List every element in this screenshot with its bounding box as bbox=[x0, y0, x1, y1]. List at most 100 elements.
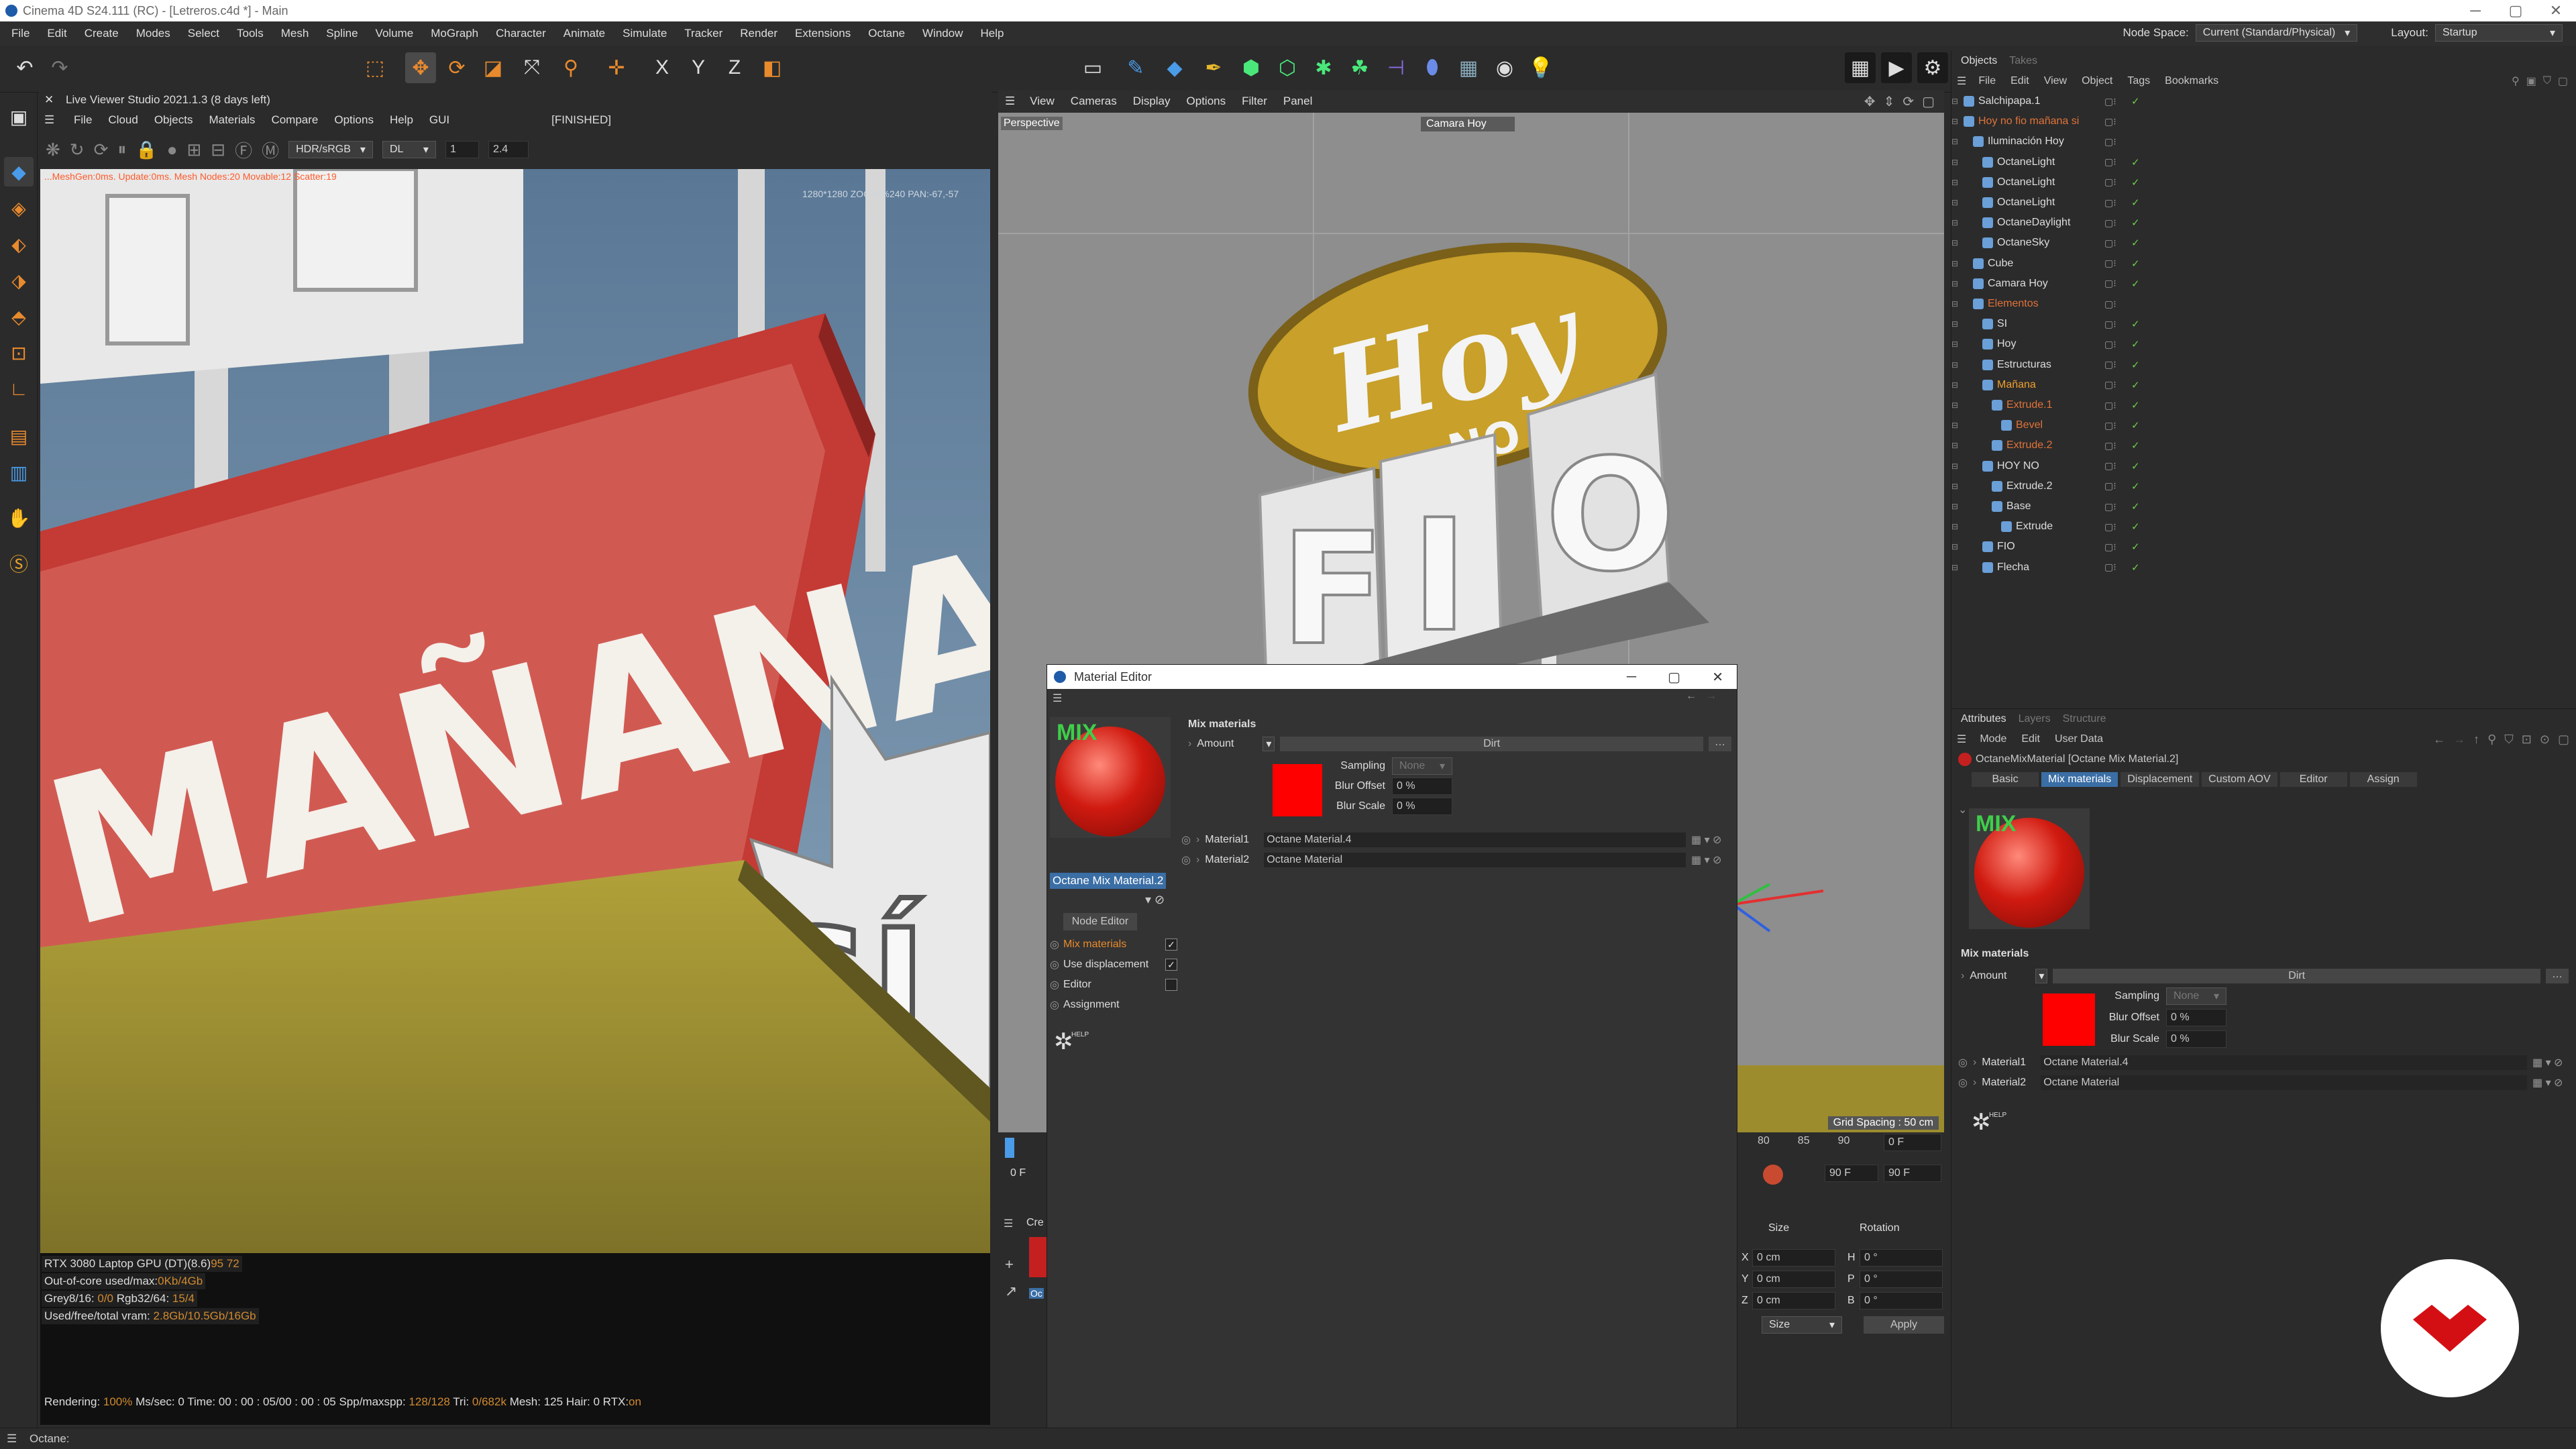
visibility-toggle-icon[interactable]: ▢⁝ bbox=[2104, 521, 2116, 533]
subtab-custom-aov[interactable]: Custom AOV bbox=[2202, 772, 2277, 787]
object-row[interactable]: ⊟ SI ▢⁝ ✓ bbox=[1951, 314, 2576, 334]
pause-icon[interactable]: ⏸ bbox=[117, 139, 126, 160]
menu-create[interactable]: Create bbox=[76, 27, 127, 40]
attribute-material1-options-icon[interactable]: ▦ ▾ ⊘ bbox=[2532, 1056, 2573, 1069]
enable-check-icon[interactable]: ✓ bbox=[2131, 338, 2140, 350]
visibility-toggle-icon[interactable]: ▢⁝ bbox=[2104, 278, 2116, 289]
live-viewer-render[interactable]: MAÑANA SÍ ...MeshGen:0ms. Update:0ms. Me… bbox=[40, 169, 990, 1253]
menu-simulate[interactable]: Simulate bbox=[614, 27, 676, 40]
expand-icon[interactable]: › bbox=[1188, 738, 1191, 750]
channel-animate-icon[interactable]: ◎ bbox=[1050, 958, 1059, 971]
help-icon[interactable]: ✲ HELP bbox=[1054, 1028, 1089, 1055]
floor-icon[interactable]: ▦ bbox=[1453, 52, 1484, 83]
edge-mode-icon[interactable]: ⬗ bbox=[4, 266, 34, 295]
close-button[interactable]: ✕ bbox=[1712, 669, 1723, 686]
om-menu-file[interactable]: File bbox=[1978, 75, 1996, 87]
visibility-toggle-icon[interactable]: ▢⁝ bbox=[2104, 480, 2116, 492]
enable-check-icon[interactable]: ✓ bbox=[2131, 399, 2140, 411]
om-menu-object[interactable]: Object bbox=[2082, 75, 2112, 87]
enable-check-icon[interactable]: ✓ bbox=[2131, 561, 2140, 574]
filter-icon[interactable]: ⛉ bbox=[2543, 75, 2551, 87]
locked-workplane-icon[interactable]: ▥ bbox=[4, 458, 34, 487]
menu-volume[interactable]: Volume bbox=[367, 27, 423, 40]
amount-more-button[interactable]: … bbox=[1709, 737, 1731, 751]
transform-tool-icon[interactable]: ⤧ bbox=[517, 52, 547, 83]
object-row[interactable]: ⊟ Estructuras ▢⁝ ✓ bbox=[1951, 355, 2576, 375]
menu-mesh[interactable]: Mesh bbox=[272, 27, 318, 40]
menu-help[interactable]: Help bbox=[972, 27, 1013, 40]
scale-tool-icon[interactable]: ◪ bbox=[478, 52, 508, 83]
blur-offset-field[interactable]: 0 % bbox=[1392, 777, 1452, 795]
tab-attributes[interactable]: Attributes bbox=[1961, 713, 2006, 725]
refresh-icon[interactable]: ⟳ bbox=[94, 140, 109, 160]
material1-animate-icon[interactable]: ◎ bbox=[1181, 833, 1191, 847]
channel-checkbox[interactable]: ✓ bbox=[1165, 959, 1177, 971]
attribute-blur-scale-field[interactable]: 0 % bbox=[2166, 1030, 2226, 1048]
dolly-icon[interactable]: ⇕ bbox=[1884, 93, 1895, 110]
channel-checkbox[interactable] bbox=[1165, 979, 1177, 991]
mode-select[interactable]: Size ▾ bbox=[1762, 1316, 1842, 1334]
rotate-tool-icon[interactable]: ⟳ bbox=[441, 52, 472, 83]
extrude-generator-icon[interactable]: ⬡ bbox=[1272, 52, 1303, 83]
texture-mode-icon[interactable]: ◈ bbox=[4, 193, 34, 223]
point-mode-icon[interactable]: ⬖ bbox=[4, 229, 34, 259]
pan-icon[interactable]: ✥ bbox=[1864, 93, 1876, 110]
menu-extensions[interactable]: Extensions bbox=[786, 27, 859, 40]
layout-dropdown[interactable]: Startup ▾ bbox=[2435, 24, 2563, 42]
menu-spline[interactable]: Spline bbox=[317, 27, 366, 40]
search-icon[interactable]: ⚲ bbox=[2512, 74, 2520, 88]
channel-use-displacement[interactable]: ◎ Use displacement ✓ bbox=[1050, 955, 1177, 975]
channel-dropdown[interactable]: DL ▾ bbox=[382, 141, 436, 158]
close-icon[interactable]: ✕ bbox=[44, 93, 54, 107]
material-thumbnail[interactable] bbox=[1029, 1237, 1046, 1277]
attribute-blur-offset-field[interactable]: 0 % bbox=[2166, 1009, 2226, 1026]
up-arrow-icon[interactable]: ↑ bbox=[2473, 733, 2479, 747]
node-space-dropdown[interactable]: Current (Standard/Physical) ▾ bbox=[2195, 24, 2358, 42]
coord-rotation-field[interactable]: 0 ° bbox=[1860, 1271, 1943, 1288]
spline-pen-icon[interactable]: ✎ bbox=[1120, 52, 1151, 83]
move-tool-icon[interactable]: ✥ bbox=[405, 52, 436, 83]
coordinate-system-icon[interactable]: ◧ bbox=[757, 52, 788, 83]
om-menu-bookmarks[interactable]: Bookmarks bbox=[2165, 75, 2218, 87]
lv-menu-gui[interactable]: GUI bbox=[421, 113, 458, 127]
om-menu-edit[interactable]: Edit bbox=[2010, 75, 2029, 87]
render-view-icon[interactable]: ▶ bbox=[1881, 52, 1912, 83]
restart-render-icon[interactable]: ↻ bbox=[70, 140, 85, 160]
z-axis-icon[interactable]: Z bbox=[719, 52, 750, 83]
channel-assignment[interactable]: ◎ Assignment bbox=[1050, 995, 1177, 1015]
sphere-icon[interactable]: ● bbox=[167, 140, 178, 160]
timeline-field-b[interactable]: 90 F bbox=[1825, 1165, 1878, 1182]
render-region-icon[interactable]: ▭ bbox=[1077, 52, 1108, 83]
subtab-mix-materials[interactable]: Mix materials bbox=[2041, 772, 2118, 787]
menu-tools[interactable]: Tools bbox=[228, 27, 272, 40]
attribute-material1-link-field[interactable]: Octane Material.4 bbox=[2041, 1055, 2527, 1070]
playhead[interactable] bbox=[1005, 1138, 1014, 1158]
object-row[interactable]: ⊟ Iluminación Hoy ▢⁝ bbox=[1951, 131, 2576, 152]
render-settings-icon[interactable]: ⚙ bbox=[1917, 52, 1948, 83]
subtab-editor[interactable]: Editor bbox=[2279, 772, 2347, 787]
polygon-mode-icon[interactable]: ⬘ bbox=[4, 302, 34, 331]
enable-check-icon[interactable]: ✓ bbox=[2131, 480, 2140, 492]
om-menu-tags[interactable]: Tags bbox=[2127, 75, 2150, 87]
object-row[interactable]: ⊟ Extrude.2 ▢⁝ ✓ bbox=[1951, 435, 2576, 455]
expand-icon[interactable]: › bbox=[1973, 1057, 1976, 1069]
vp-menu-filter[interactable]: Filter bbox=[1234, 95, 1275, 108]
object-row[interactable]: ⊟ OctaneDaylight ▢⁝ ✓ bbox=[1951, 213, 2576, 233]
material2-animate-icon[interactable]: ◎ bbox=[1958, 1076, 1968, 1089]
visibility-toggle-icon[interactable]: ▢⁝ bbox=[2104, 440, 2116, 451]
channel-mix-materials[interactable]: ◎ Mix materials ✓ bbox=[1050, 934, 1177, 955]
attribute-preview[interactable]: MIX bbox=[1969, 808, 2090, 929]
visibility-toggle-icon[interactable]: ▢⁝ bbox=[2104, 501, 2116, 513]
arrow-icon[interactable]: ↗ bbox=[1005, 1283, 1017, 1300]
expand-icon[interactable]: › bbox=[1196, 834, 1199, 846]
object-row[interactable]: ⊟ Flecha ▢⁝ ✓ bbox=[1951, 557, 2576, 578]
object-row[interactable]: ⊟ Extrude ▢⁝ ✓ bbox=[1951, 517, 2576, 537]
x-axis-icon[interactable]: X bbox=[647, 52, 678, 83]
lock-icon[interactable]: 🔒 bbox=[136, 140, 157, 160]
deformer-icon[interactable]: ⊣ bbox=[1381, 52, 1411, 83]
menu-select[interactable]: Select bbox=[179, 27, 228, 40]
enable-check-icon[interactable]: ✓ bbox=[2131, 156, 2140, 168]
orbit-icon[interactable]: ⟳ bbox=[1902, 93, 1914, 110]
subdivision-icon[interactable]: ⬢ bbox=[1236, 52, 1267, 83]
minimize-button[interactable]: ─ bbox=[1627, 669, 1636, 685]
